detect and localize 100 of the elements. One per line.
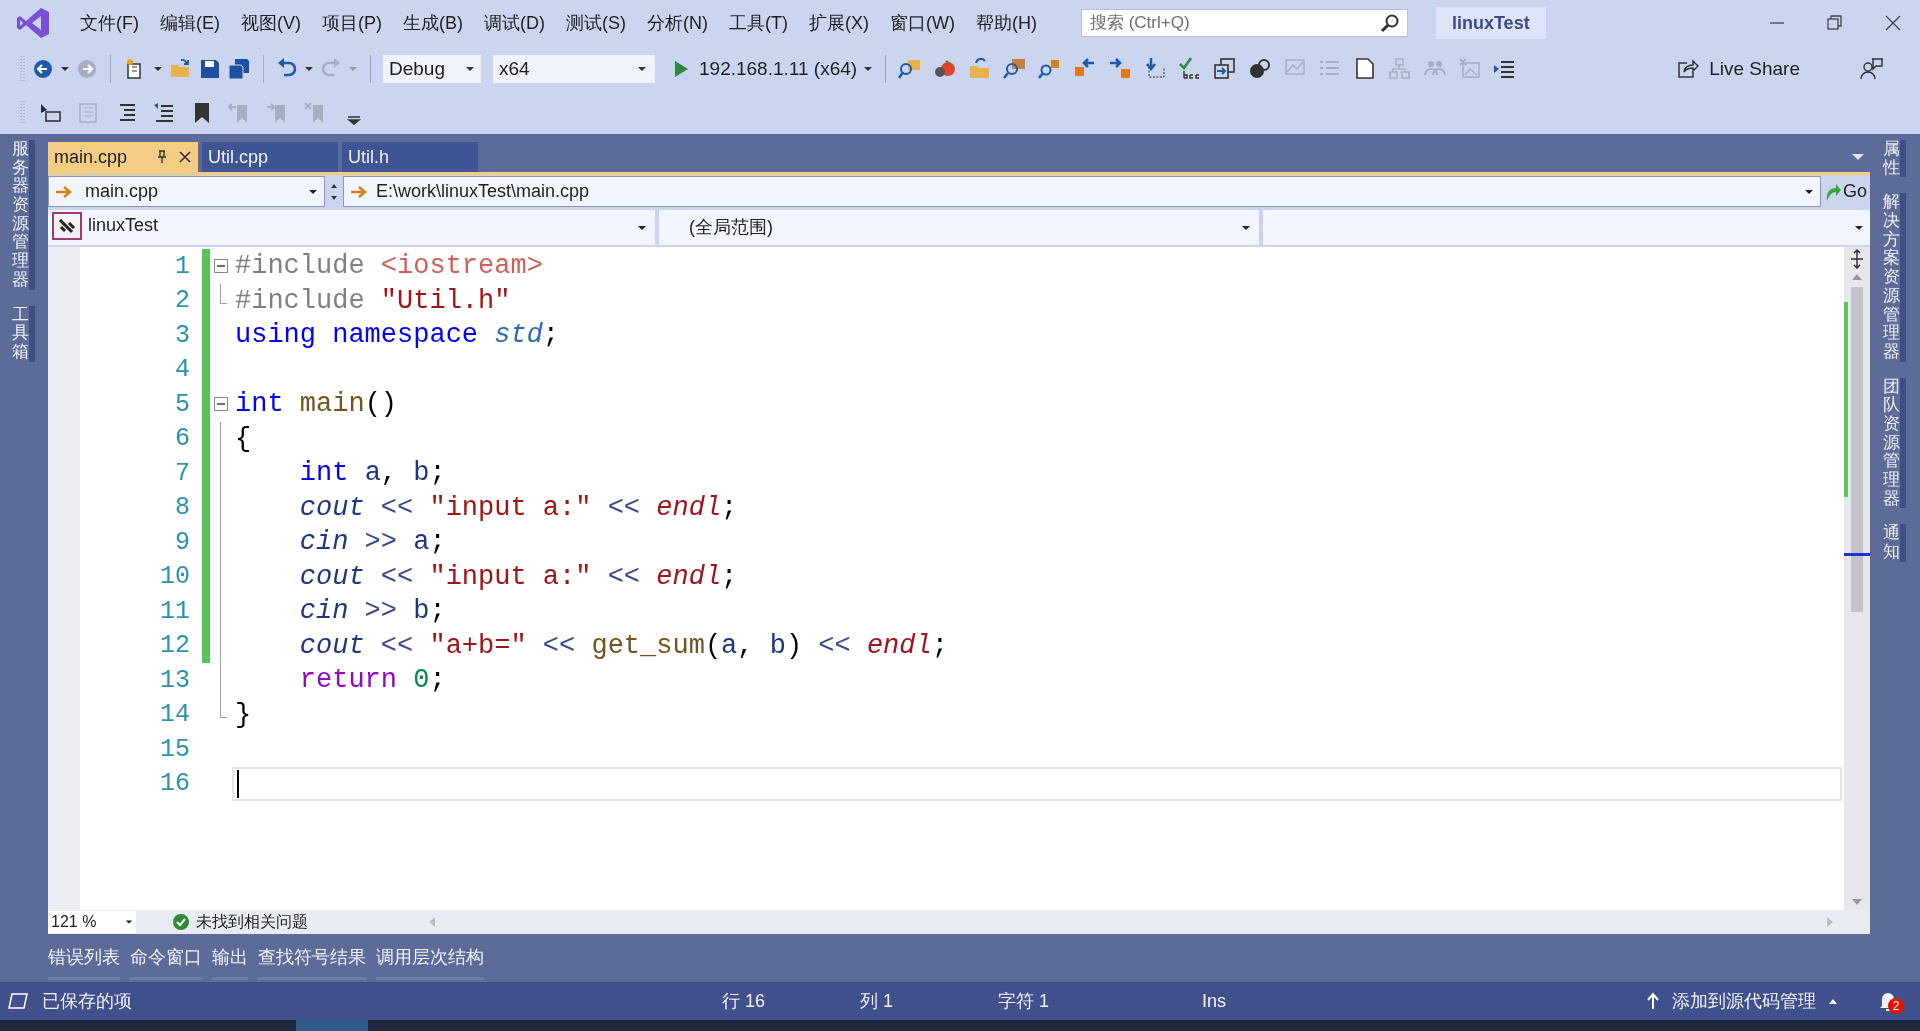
menu-item[interactable]: 项目(P) (322, 9, 382, 37)
arrow-icon (55, 184, 73, 199)
path-dropdown[interactable]: E:\work\linuxTest\main.cpp (343, 176, 1821, 207)
restore-icon[interactable] (1826, 14, 1844, 32)
arrow-down-page-icon[interactable] (1143, 57, 1168, 81)
menu-item[interactable]: 文件(F) (80, 9, 139, 37)
menu-item[interactable]: 编辑(E) (160, 9, 220, 37)
caret-icon[interactable] (60, 64, 70, 74)
caret-icon[interactable] (863, 64, 874, 74)
line-number: 2 (174, 285, 190, 317)
menu-item[interactable]: 工具(T) (729, 9, 788, 37)
code-line: #include "Util.h" (235, 284, 511, 318)
code-line: cout << "input a:" << endl; (298, 560, 738, 594)
line-number: 4 (174, 354, 190, 386)
code-line: cin >> a; (298, 526, 446, 559)
line-indicator: 行 16 (722, 989, 766, 1013)
pin-icon[interactable] (156, 150, 168, 164)
save-all-icon[interactable] (227, 57, 251, 81)
tab-list-caret-icon[interactable] (1852, 152, 1864, 162)
code-line: int main() (235, 388, 398, 421)
code-line: cout << "a+b=" << get_sum(a, b) << endl; (298, 629, 948, 663)
editor-tab[interactable]: main.cpp (48, 142, 198, 172)
side-panel-tab[interactable]: 解决方案资源管理器 (1883, 193, 1907, 362)
check-circle-icon (172, 913, 190, 931)
line-number: 3 (174, 319, 190, 352)
line-number: 12 (159, 630, 190, 662)
insert-snippet-icon[interactable] (38, 101, 62, 125)
code-line: cout << "input a:" << endl; (298, 491, 738, 525)
platform-dropdown[interactable]: x64 (493, 55, 655, 83)
source-control-button[interactable]: 添加到源代码管理 (1646, 987, 1838, 1015)
caret-icon (637, 64, 647, 74)
line-number: 7 (174, 457, 190, 490)
scrollbar-thumb[interactable] (1851, 287, 1863, 612)
issues-status[interactable]: 未找到相关问题 (196, 910, 308, 934)
copy-arrow-icon[interactable] (1213, 57, 1238, 81)
caret-icon[interactable] (153, 64, 163, 74)
toolbar-grip-icon (20, 55, 26, 83)
line-number: 5 (174, 388, 190, 421)
scope-dropdown[interactable]: (全局范围) (659, 210, 1259, 245)
search-icon[interactable] (1379, 13, 1400, 33)
save-icon[interactable] (199, 58, 221, 80)
insert-mode-indicator: Ins (1202, 989, 1226, 1013)
configuration-dropdown[interactable]: Debug (383, 55, 481, 83)
editor-tab[interactable]: Util.cpp (202, 142, 338, 172)
zoom-dropdown[interactable]: 121 % (48, 911, 136, 933)
side-panel-tab[interactable]: 服务器资源管理器 (12, 140, 36, 290)
file-dropdown[interactable]: main.cpp (48, 176, 325, 207)
vs-logo-icon (16, 6, 50, 40)
run-button[interactable]: 192.168.1.11 (x64) (673, 54, 858, 84)
close-icon[interactable] (1884, 14, 1902, 32)
collapse-icon[interactable] (214, 397, 228, 412)
menu-item[interactable]: 调试(D) (484, 9, 545, 37)
menu-item[interactable]: 帮助(H) (975, 9, 1037, 37)
collapse-icon[interactable] (214, 259, 228, 274)
side-panel-tab[interactable]: 团队资源管理器 (1883, 377, 1907, 509)
side-panel-tab[interactable]: 属性 (1883, 140, 1907, 178)
code-line: cin >> b; (298, 595, 446, 628)
project-dropdown[interactable]: linuxTest (48, 210, 655, 245)
project-icon (52, 212, 82, 240)
upload-arrow-icon (1646, 992, 1660, 1010)
code-line: return 0; (298, 664, 446, 697)
solution-name: linuxTest (1435, 7, 1546, 39)
arrow-icon (350, 184, 368, 199)
line-number: 15 (159, 733, 190, 766)
line-number: 10 (159, 561, 190, 593)
status-message: 已保存的项 (42, 989, 132, 1013)
menu-item[interactable]: 视图(V) (241, 9, 301, 37)
outdent-list-icon[interactable] (152, 101, 176, 125)
find-files-icon[interactable] (898, 57, 923, 81)
back-icon[interactable] (32, 58, 54, 80)
line-number: 6 (174, 423, 190, 455)
circles-icon[interactable] (1248, 57, 1273, 81)
line-number: 16 (159, 768, 190, 800)
caret-icon[interactable] (304, 64, 314, 74)
line-number: 14 (159, 699, 190, 731)
line-number: 9 (174, 526, 190, 559)
arrow-right-square-icon[interactable] (1108, 57, 1133, 81)
caret-icon (125, 918, 133, 926)
menu-item[interactable]: 窗口(W) (889, 9, 955, 37)
search-field[interactable]: 搜索 (Ctrl+Q) (1080, 9, 1408, 37)
search-folder-icon[interactable] (1003, 57, 1028, 81)
menu-item[interactable]: 测试(S) (566, 9, 626, 37)
live-share-button[interactable]: Live Share (1677, 54, 1800, 84)
split-icon[interactable] (1849, 249, 1865, 269)
code-line: using namespace std; (235, 319, 560, 352)
side-panel-tab[interactable]: 工具箱 (12, 305, 36, 362)
line-number: 11 (159, 595, 190, 628)
side-panel-tab[interactable]: 通知 (1883, 524, 1907, 562)
toolbar-grip-icon (20, 100, 26, 126)
line-number: 8 (174, 492, 190, 524)
menu-item[interactable]: 扩展(X) (808, 9, 869, 37)
code-line: } (235, 698, 252, 732)
editor-tab[interactable]: Util.h (342, 142, 478, 172)
menu-item[interactable]: 分析(N) (647, 9, 708, 37)
code-line: int a, b; (298, 457, 446, 490)
share-icon (1677, 59, 1700, 79)
close-icon[interactable] (178, 150, 192, 164)
play-icon (673, 60, 689, 78)
feedback-icon[interactable] (1860, 57, 1884, 81)
menu-item[interactable]: 生成(B) (403, 9, 463, 37)
